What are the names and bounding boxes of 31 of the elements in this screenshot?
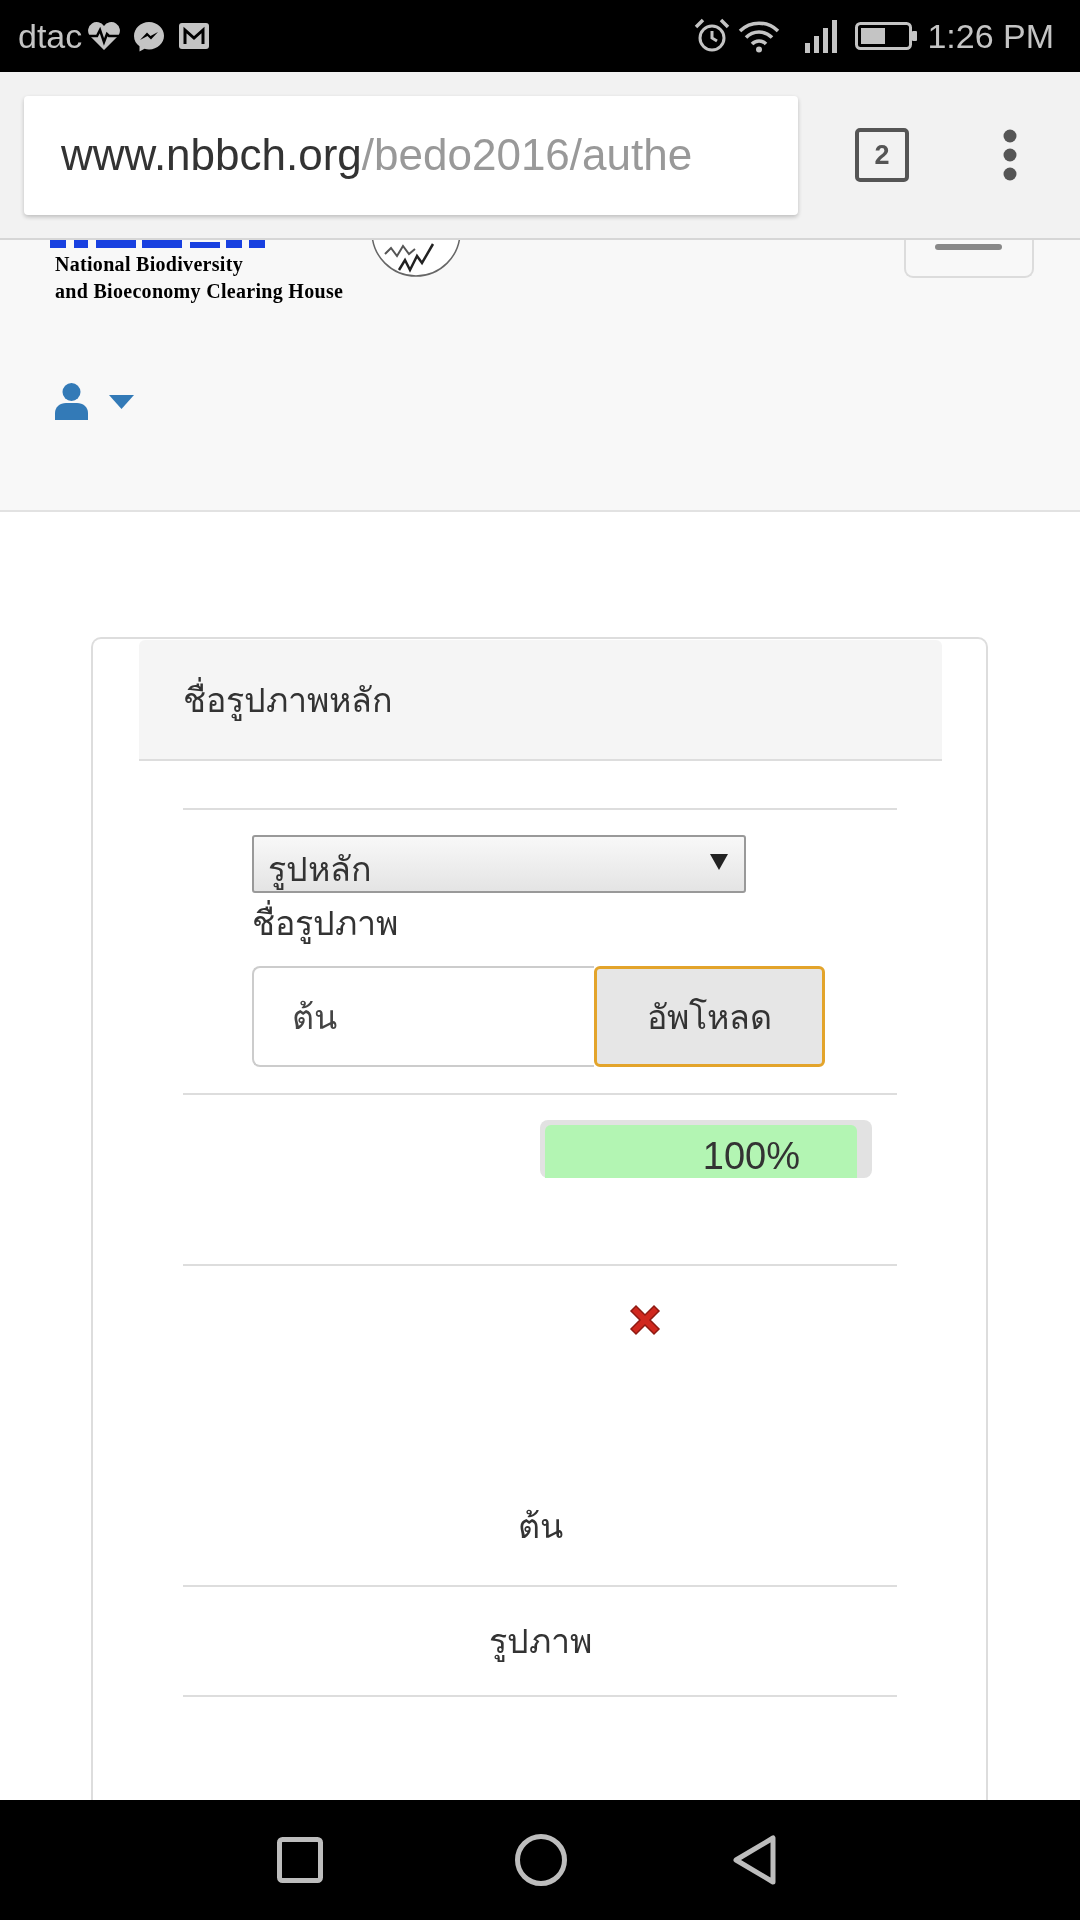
more-options-icon[interactable] [1003, 129, 1017, 181]
image-type-select[interactable]: รูปหลัก [252, 835, 746, 893]
chat-bubble-icon [133, 20, 166, 52]
square-icon[interactable] [277, 1837, 323, 1883]
upload-button[interactable]: อัพโหลด [594, 966, 825, 1067]
progress-reading: 100% [702, 1136, 800, 1176]
circle-icon[interactable] [515, 1834, 567, 1886]
menu-icon [935, 244, 1002, 250]
caret-icon [710, 854, 728, 870]
file-name: ต้น [517, 1506, 563, 1547]
mail-icon [178, 22, 211, 50]
heart-pulse-icon [86, 21, 123, 51]
field-label: ชื่อรูปภาพ [252, 899, 398, 947]
logo-text: National Biodiversity [55, 252, 244, 278]
battery-icon [855, 22, 918, 50]
caret-icon [109, 394, 134, 409]
name-input[interactable]: ต้น [252, 966, 594, 1067]
card-title: ชื่อรูปภาพหลัก [183, 675, 393, 724]
address-bar[interactable]: www.nbbch.org/bedo2016/authe [24, 95, 798, 215]
user-icon [55, 383, 88, 420]
carrier-name: dtac [18, 16, 83, 56]
file-type: รูปภาพ [488, 1621, 592, 1664]
menu-toggle-button[interactable] [904, 240, 1034, 278]
clock-time: 1:26 PM [927, 16, 1054, 56]
cross-icon[interactable] [627, 1302, 663, 1338]
alarm-clock-icon [694, 18, 731, 54]
tab-count-button[interactable]: 2 [855, 128, 909, 182]
user-menu-button[interactable] [55, 383, 134, 420]
wifi-icon [738, 19, 781, 53]
triangle-icon[interactable] [733, 1835, 777, 1885]
logo-text: and Bioeconomy Clearing House [55, 279, 344, 305]
